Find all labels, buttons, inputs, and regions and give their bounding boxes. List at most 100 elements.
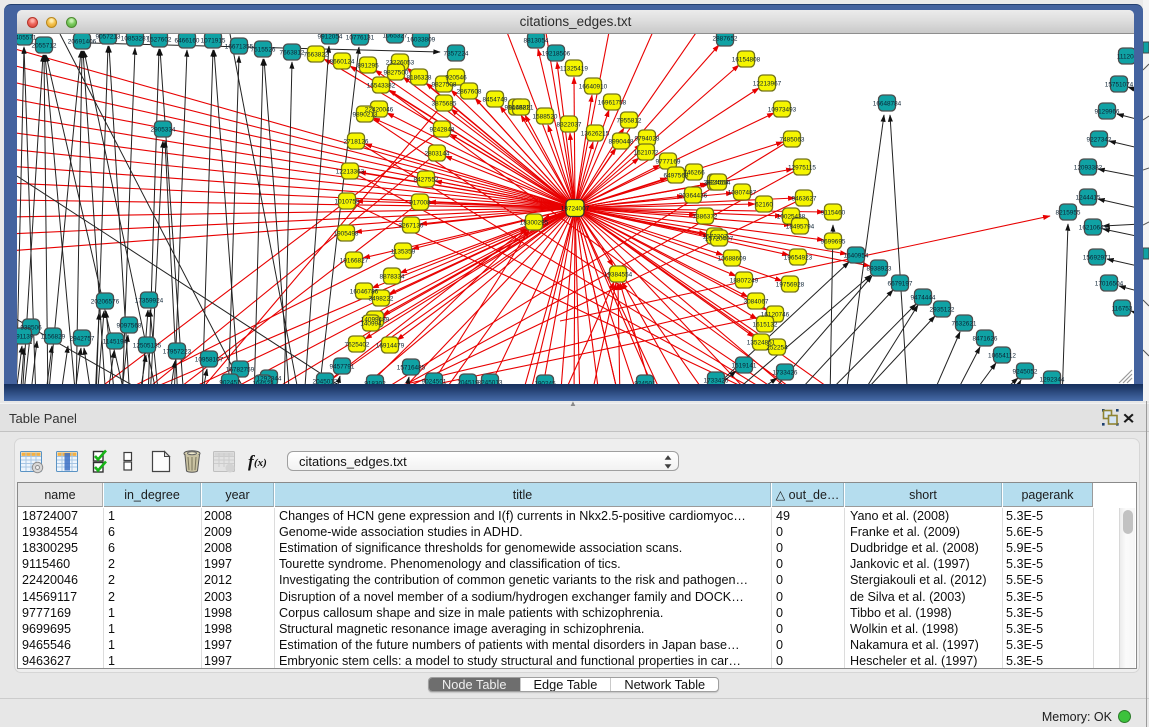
svg-text:8186328: 8186328	[407, 74, 432, 81]
svg-text:12213363: 12213363	[336, 168, 365, 175]
svg-text:16648784: 16648784	[873, 100, 902, 107]
svg-text:8938923: 8938923	[867, 265, 892, 272]
svg-text:19654923: 19654923	[784, 254, 813, 261]
svg-text:3875685: 3875685	[432, 100, 457, 107]
svg-text:1519141: 1519141	[732, 362, 757, 369]
svg-text:20364436: 20364436	[679, 192, 708, 199]
svg-text:924501: 924501	[634, 380, 656, 384]
svg-text:10958107: 10958107	[195, 356, 224, 363]
svg-text:8878334: 8878334	[380, 273, 405, 280]
svg-text:8471626: 8471626	[973, 335, 998, 342]
svg-text:891295: 891295	[357, 62, 379, 69]
svg-text:2045012: 2045012	[313, 378, 338, 384]
svg-text:11325419: 11325419	[560, 65, 588, 72]
svg-text:20206576: 20206576	[91, 298, 120, 305]
svg-text:19218506: 19218506	[542, 50, 571, 57]
svg-text:17359924: 17359924	[135, 297, 164, 304]
svg-text:1733426: 1733426	[773, 369, 798, 376]
svg-text:9227342: 9227342	[1087, 136, 1112, 143]
svg-text:10776131: 10776131	[346, 34, 375, 41]
svg-text:9115460: 9115460	[821, 209, 846, 216]
svg-text:10853287: 10853287	[121, 35, 150, 42]
svg-text:2887652: 2887652	[713, 35, 738, 42]
svg-text:9129966: 9129966	[1095, 108, 1120, 115]
svg-text:2867608: 2867608	[457, 88, 482, 95]
svg-text:9097568: 9097568	[117, 322, 142, 329]
svg-text:2935122: 2935122	[930, 306, 955, 313]
svg-text:140994: 140994	[360, 320, 382, 327]
svg-text:252254: 252254	[766, 344, 788, 351]
svg-text:16543382: 16543382	[367, 82, 396, 89]
svg-text:12213967: 12213967	[753, 80, 782, 87]
svg-text:2803144: 2803144	[425, 150, 450, 157]
svg-text:1071915: 1071915	[201, 37, 226, 44]
svg-text:13626215: 13626215	[581, 130, 610, 137]
svg-text:1244415: 1244415	[1076, 194, 1101, 201]
svg-text:1615132: 1615132	[753, 321, 778, 328]
svg-text:8454749: 8454749	[483, 96, 508, 103]
svg-text:104523: 104523	[252, 380, 274, 384]
svg-text:1010755: 1010755	[335, 198, 360, 205]
svg-text:7663822: 7663822	[304, 51, 329, 58]
svg-text:16046786: 16046786	[350, 288, 379, 295]
svg-text:3084067: 3084067	[744, 298, 769, 305]
svg-text:3267130: 3267130	[399, 222, 424, 229]
svg-text:6466160: 6466160	[175, 37, 200, 44]
svg-text:8813054: 8813054	[524, 37, 549, 44]
svg-text:15692971: 15692971	[1083, 254, 1112, 261]
svg-text:1905498: 1905498	[334, 230, 359, 237]
svg-text:1640954: 1640954	[844, 252, 869, 259]
svg-text:7955812: 7955812	[617, 117, 642, 124]
svg-text:190245: 190245	[534, 380, 556, 384]
svg-text:111204: 111204	[1117, 53, 1134, 60]
svg-text:10807487: 10807487	[728, 189, 757, 196]
svg-text:8990448: 8990448	[609, 138, 634, 145]
svg-text:18495794: 18495794	[786, 223, 815, 230]
svg-text:9827508: 9827508	[432, 81, 457, 88]
svg-text:2942757: 2942757	[70, 335, 95, 342]
svg-text:7632621: 7632621	[952, 320, 977, 327]
svg-text:116753: 116753	[1112, 305, 1133, 312]
svg-text:62160: 62160	[755, 201, 773, 208]
svg-text:3498222: 3498222	[369, 295, 394, 302]
svg-text:1135359: 1135359	[391, 248, 416, 255]
svg-text:12505135: 12505135	[133, 342, 162, 349]
svg-text:16033809: 16033809	[407, 36, 436, 43]
svg-text:902451: 902451	[219, 379, 241, 384]
svg-text:9057213: 9057213	[96, 34, 121, 40]
svg-text:1527602: 1527602	[147, 36, 172, 43]
svg-text:18300295: 18300295	[520, 219, 549, 226]
svg-text:9457791: 9457791	[330, 363, 355, 370]
svg-text:9827500: 9827500	[384, 69, 409, 76]
svg-text:19756928: 19756928	[776, 281, 805, 288]
svg-text:10025438: 10025438	[777, 213, 806, 220]
svg-text:1292344: 1292344	[1040, 376, 1065, 383]
svg-text:9463627: 9463627	[792, 195, 817, 202]
svg-text:9912054: 9912054	[318, 34, 343, 40]
svg-text:15716485: 15716485	[397, 364, 426, 371]
svg-text:7386372: 7386372	[693, 213, 718, 220]
svg-text:(x): (x)	[254, 457, 267, 469]
svg-text:10688609: 10688609	[718, 255, 747, 262]
svg-text:1588520: 1588520	[533, 113, 558, 120]
svg-text:9699695: 9699695	[821, 238, 846, 245]
svg-text:9242848: 9242848	[430, 126, 455, 133]
svg-text:23226053: 23226053	[386, 59, 415, 66]
svg-text:6679197: 6679197	[888, 280, 913, 287]
svg-text:16671355: 16671355	[225, 43, 254, 50]
svg-text:8245013: 8245013	[478, 379, 503, 384]
svg-text:1621072: 1621072	[634, 149, 659, 156]
svg-text:2055712: 2055712	[32, 42, 57, 49]
svg-text:391139: 391139	[17, 333, 34, 340]
svg-text:19166827: 19166827	[340, 257, 369, 264]
svg-text:10654112: 10654112	[988, 352, 1016, 359]
svg-text:8322037: 8322037	[557, 121, 582, 128]
svg-text:18807249: 18807249	[730, 277, 759, 284]
svg-text:9024501: 9024501	[422, 378, 447, 384]
svg-text:2718126: 2718126	[344, 138, 369, 145]
svg-text:17016504: 17016504	[1095, 280, 1124, 287]
svg-text:15751074: 15751074	[1105, 81, 1134, 88]
svg-text:746266: 746266	[683, 169, 705, 176]
svg-text:19384554: 19384554	[604, 271, 633, 278]
svg-text:16640910: 16640910	[579, 83, 608, 90]
